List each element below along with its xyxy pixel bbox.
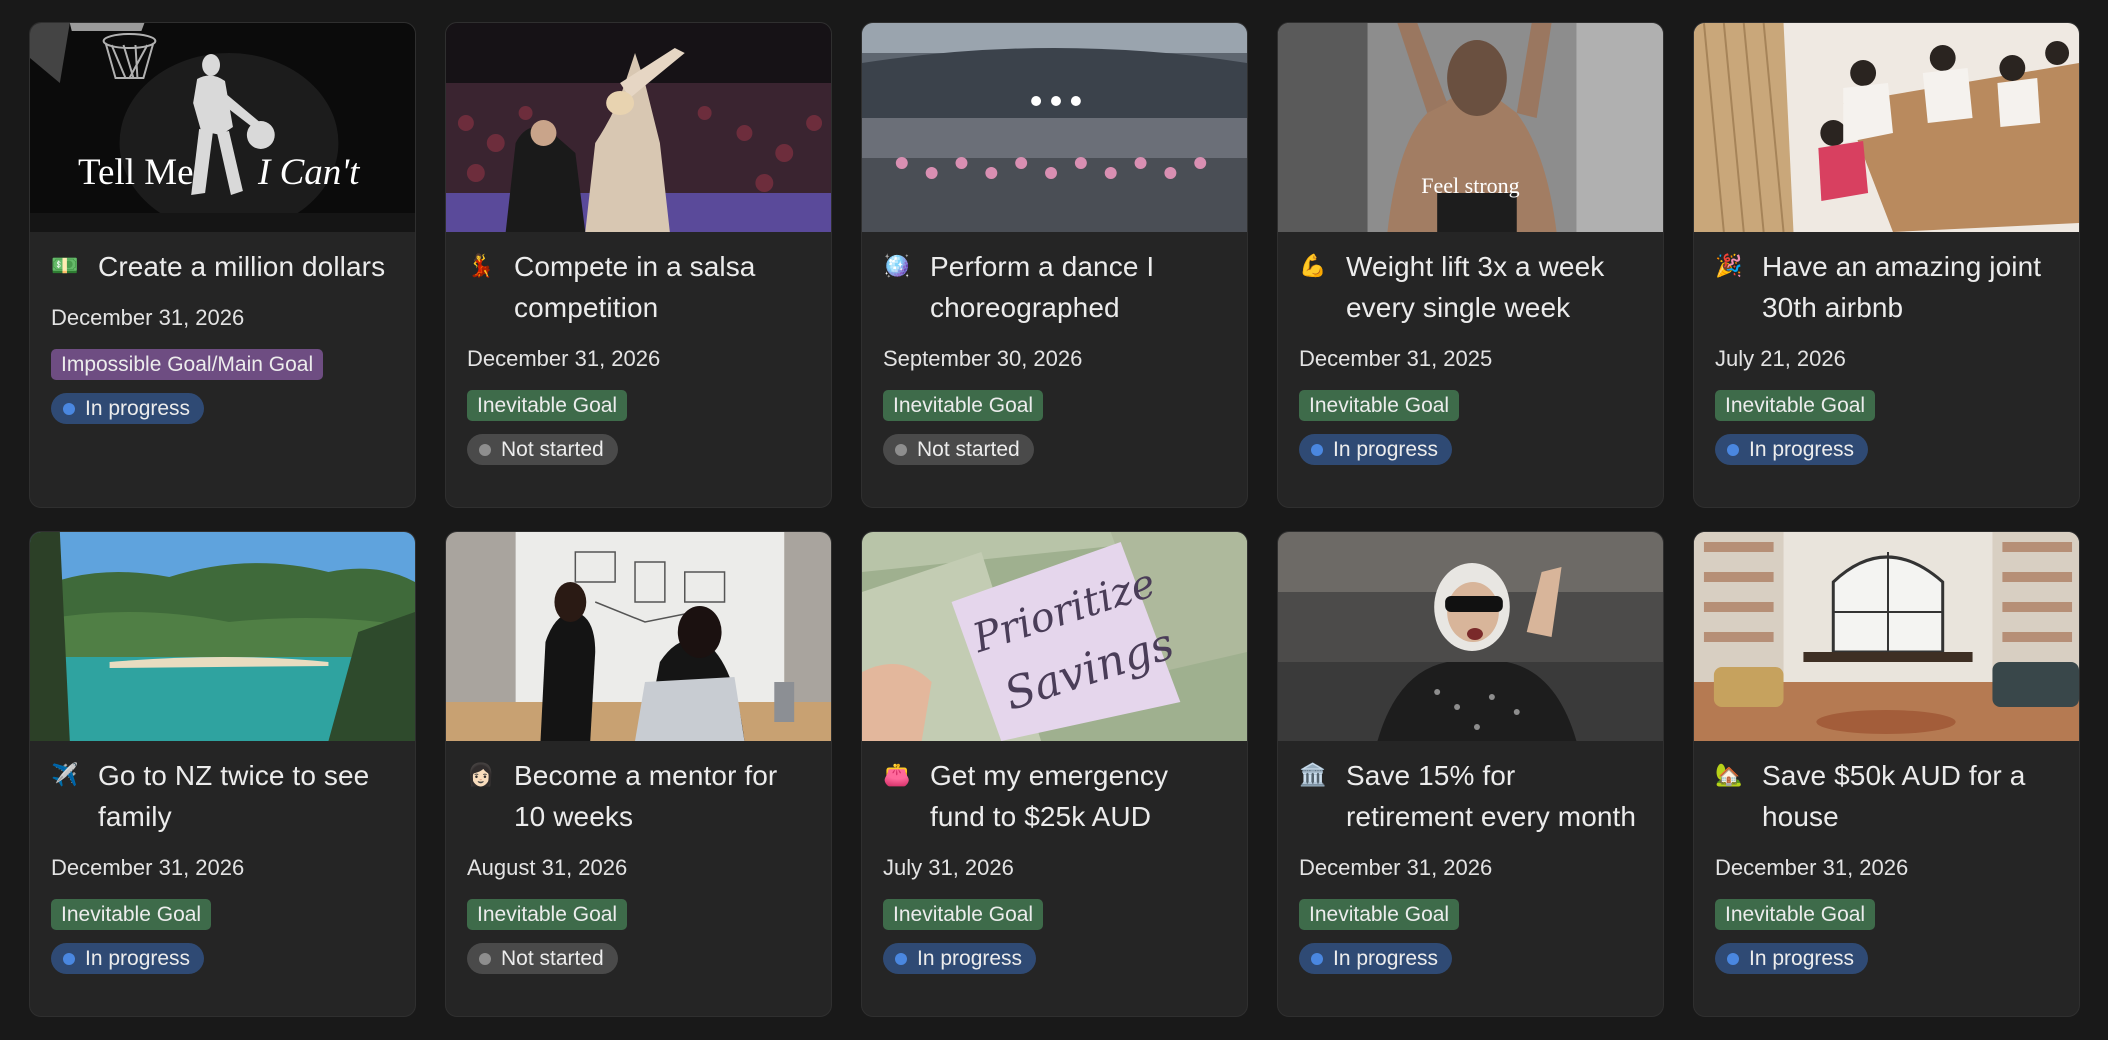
goal-date: December 31, 2025 bbox=[1299, 346, 1493, 371]
goal-date: December 31, 2026 bbox=[1299, 855, 1493, 880]
goal-type-tag: Inevitable Goal bbox=[1299, 390, 1460, 421]
goal-date: December 31, 2026 bbox=[51, 305, 245, 330]
goal-type-tag: Inevitable Goal bbox=[1715, 899, 1876, 930]
status-dot-icon bbox=[479, 443, 491, 456]
bank-icon: 🏛️ bbox=[1299, 763, 1327, 788]
cover-image: Prioritize Savings bbox=[862, 532, 1247, 741]
status-badge: In progress bbox=[883, 943, 1037, 974]
cover-caption-left: Tell Me bbox=[78, 152, 194, 193]
cover-image: Tell Me I Can't bbox=[30, 23, 415, 232]
goal-card[interactable]: Prioritize Savings 👛 Get my emergency fu… bbox=[861, 531, 1248, 1017]
status-dot-icon bbox=[895, 443, 907, 456]
goal-date: July 31, 2026 bbox=[883, 855, 1014, 880]
status-dot-icon bbox=[63, 952, 75, 965]
goal-title: Go to NZ twice to see family bbox=[98, 760, 370, 832]
goal-type-tag: Inevitable Goal bbox=[883, 899, 1044, 930]
status-label: Not started bbox=[501, 438, 604, 461]
goal-card[interactable]: ✈️ Go to NZ twice to see family December… bbox=[29, 531, 416, 1017]
goal-type-tag: Inevitable Goal bbox=[1715, 390, 1876, 421]
status-badge: Not started bbox=[883, 434, 1034, 465]
goal-type-tag: Inevitable Goal bbox=[467, 390, 628, 421]
status-badge: In progress bbox=[1715, 434, 1869, 465]
goal-type-tag: Inevitable Goal bbox=[467, 899, 628, 930]
cover-image bbox=[446, 23, 831, 232]
status-label: In progress bbox=[85, 947, 191, 970]
cover-image bbox=[862, 23, 1247, 232]
status-label: In progress bbox=[1749, 947, 1855, 970]
cover-image bbox=[30, 532, 415, 741]
goal-type-tag: Inevitable Goal bbox=[883, 390, 1044, 421]
goal-date: July 21, 2026 bbox=[1715, 346, 1846, 371]
money-icon: 💵 bbox=[51, 254, 79, 279]
airplane-icon: ✈️ bbox=[51, 763, 79, 788]
goal-title: Weight lift 3x a week every single week bbox=[1346, 251, 1605, 323]
status-dot-icon bbox=[1311, 443, 1323, 456]
purse-icon: 👛 bbox=[883, 763, 911, 788]
cover-image bbox=[446, 532, 831, 741]
goal-card[interactable]: Tell Me I Can't 💵 Create a million dolla… bbox=[29, 22, 416, 508]
status-label: In progress bbox=[1333, 438, 1439, 461]
status-dot-icon bbox=[1311, 952, 1323, 965]
goal-card[interactable]: 👩🏻 Become a mentor for 10 weeks August 3… bbox=[445, 531, 832, 1017]
cover-caption-right: I Can't bbox=[258, 152, 360, 193]
goal-date: December 31, 2026 bbox=[1715, 855, 1909, 880]
muscle-icon: 💪 bbox=[1299, 254, 1327, 279]
goal-card[interactable]: 💃 Compete in a salsa competition Decembe… bbox=[445, 22, 832, 508]
goal-date: December 31, 2026 bbox=[467, 346, 661, 371]
goal-title: Perform a dance I choreographed bbox=[930, 251, 1155, 323]
status-label: In progress bbox=[1749, 438, 1855, 461]
goal-type-tag: Inevitable Goal bbox=[51, 899, 212, 930]
status-badge: In progress bbox=[1299, 943, 1453, 974]
goal-title: Become a mentor for 10 weeks bbox=[514, 760, 778, 832]
status-badge: In progress bbox=[51, 393, 205, 424]
cover-caption: Feel strong bbox=[1421, 173, 1520, 198]
goals-gallery: Tell Me I Can't 💵 Create a million dolla… bbox=[29, 22, 2080, 1017]
cover-image bbox=[1694, 532, 2079, 741]
status-label: In progress bbox=[917, 947, 1023, 970]
goal-date: December 31, 2026 bbox=[51, 855, 245, 880]
status-dot-icon bbox=[1727, 443, 1739, 456]
cover-image: Feel strong bbox=[1278, 23, 1663, 232]
status-dot-icon bbox=[479, 952, 491, 965]
goal-card[interactable]: Feel strong 💪 Weight lift 3x a week ever… bbox=[1277, 22, 1664, 508]
disco-ball-icon: 🪩 bbox=[883, 254, 911, 279]
goal-type-tag: Inevitable Goal bbox=[1299, 899, 1460, 930]
party-popper-icon: 🎉 bbox=[1715, 254, 1743, 279]
status-label: Not started bbox=[501, 947, 604, 970]
goal-title: Save $50k AUD for a house bbox=[1762, 760, 2026, 832]
status-label: Not started bbox=[917, 438, 1020, 461]
goal-type-tag: Impossible Goal/Main Goal bbox=[51, 349, 324, 380]
goal-date: August 31, 2026 bbox=[467, 855, 628, 880]
goal-title: Create a million dollars bbox=[98, 251, 386, 282]
goal-title: Get my emergency fund to $25k AUD bbox=[930, 760, 1169, 832]
status-dot-icon bbox=[895, 952, 907, 965]
person-icon: 👩🏻 bbox=[467, 763, 495, 788]
status-badge: Not started bbox=[467, 434, 618, 465]
status-badge: In progress bbox=[1299, 434, 1453, 465]
salsa-dancer-icon: 💃 bbox=[467, 254, 495, 279]
goal-date: September 30, 2026 bbox=[883, 346, 1083, 371]
cover-image bbox=[1694, 23, 2079, 232]
status-dot-icon bbox=[1727, 952, 1739, 965]
status-badge: In progress bbox=[51, 943, 205, 974]
goal-title: Save 15% for retirement every month bbox=[1346, 760, 1637, 832]
goal-card[interactable]: 🏛️ Save 15% for retirement every month D… bbox=[1277, 531, 1664, 1017]
status-badge: Not started bbox=[467, 943, 618, 974]
goal-card[interactable]: 🪩 Perform a dance I choreographed Septem… bbox=[861, 22, 1248, 508]
status-dot-icon bbox=[63, 402, 75, 415]
status-badge: In progress bbox=[1715, 943, 1869, 974]
status-label: In progress bbox=[1333, 947, 1439, 970]
goal-title: Have an amazing joint 30th airbnb bbox=[1762, 251, 2042, 323]
cover-image bbox=[1278, 532, 1663, 741]
goal-card[interactable]: 🎉 Have an amazing joint 30th airbnb July… bbox=[1693, 22, 2080, 508]
goal-title: Compete in a salsa competition bbox=[514, 251, 756, 323]
goal-card[interactable]: 🏡 Save $50k AUD for a house December 31,… bbox=[1693, 531, 2080, 1017]
status-label: In progress bbox=[85, 397, 191, 420]
house-icon: 🏡 bbox=[1715, 763, 1743, 788]
